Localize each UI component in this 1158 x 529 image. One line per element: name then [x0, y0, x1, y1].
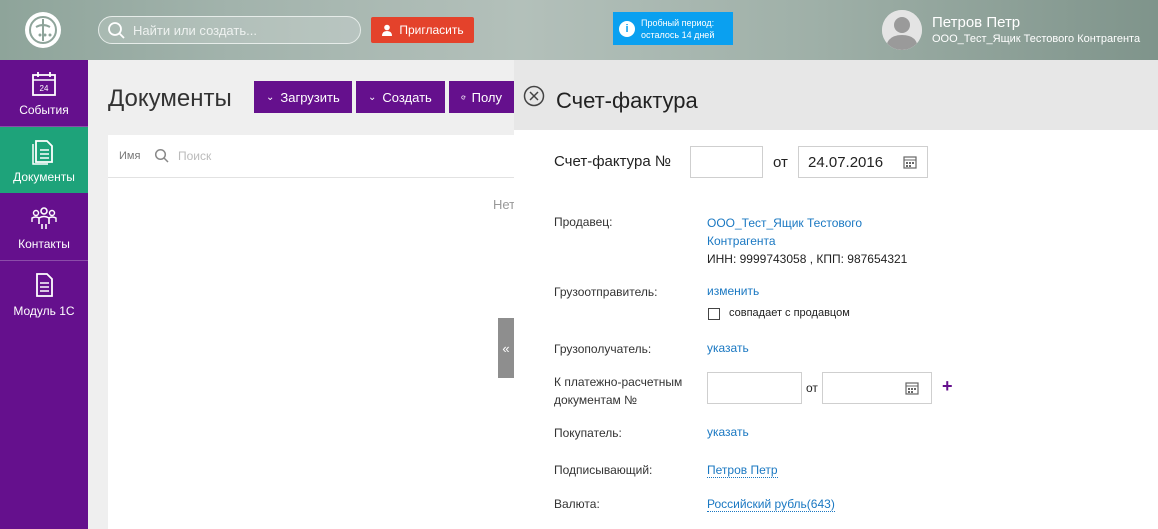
list-header: Имя Поиск — [108, 135, 514, 178]
app-logo[interactable] — [25, 12, 61, 48]
invoice-date-value: 24.07.2016 — [808, 154, 884, 171]
seller-details: ИНН: 9999743058 , КПП: 987654321 — [707, 252, 908, 266]
sidebar-item-label: Документы — [13, 170, 75, 184]
signer-label: Подписывающий: — [554, 463, 653, 477]
trial-line1: Пробный период: — [641, 17, 715, 28]
top-bar: Пригласить i Пробный период: осталось 14… — [0, 0, 1158, 60]
buyer-specify-link[interactable]: указать — [707, 425, 749, 439]
seller-label: Продавец: — [554, 215, 613, 229]
sidebar-item-events[interactable]: 24 События — [0, 60, 88, 126]
search-icon — [154, 148, 169, 163]
invoice-panel: Счет-фактура Счет-фактура № от 24.07.201… — [514, 60, 1158, 529]
signer-link[interactable]: Петров Петр — [707, 463, 778, 478]
column-name-header[interactable]: Имя — [119, 150, 140, 162]
invite-label: Пригласить — [399, 23, 464, 37]
create-label: Создать — [382, 89, 432, 105]
sidebar-item-label: Модуль 1С — [13, 304, 75, 318]
page-title: Документы — [108, 85, 232, 112]
documents-list: Имя Поиск Нет — [108, 135, 516, 529]
calendar-icon[interactable] — [903, 155, 917, 169]
consignee-specify-link[interactable]: указать — [707, 341, 749, 355]
global-search-input[interactable] — [133, 21, 353, 39]
payment-doc-number-input[interactable] — [707, 372, 802, 404]
avatar[interactable] — [882, 10, 922, 50]
payment-docs-label-line1: К платежно-расчетным — [554, 375, 683, 389]
info-icon: i — [619, 20, 635, 37]
same-as-seller-checkbox[interactable] — [708, 308, 720, 320]
empty-state-text: Нет — [493, 197, 516, 212]
list-search-input[interactable]: Поиск — [178, 149, 211, 163]
invoice-title: Счет-фактура — [556, 88, 698, 113]
create-button[interactable]: ⌄ Создать — [356, 81, 445, 113]
calendar-day: 24 — [40, 84, 49, 93]
seller-name-link-line2[interactable]: Контрагента — [707, 232, 907, 250]
logo-icon — [29, 16, 57, 44]
calendar-icon[interactable] — [905, 381, 919, 395]
invoice-from-label: от — [773, 154, 788, 171]
module-icon — [36, 273, 53, 297]
upload-button[interactable]: ⌄ Загрузить — [254, 81, 352, 113]
payment-docs-label-line2: документам № — [554, 393, 637, 407]
documents-icon — [32, 140, 53, 165]
contacts-icon — [31, 207, 57, 229]
sidebar-item-module-1c[interactable]: Модуль 1С — [0, 261, 88, 327]
upload-label: Загрузить — [280, 89, 340, 105]
shipper-change-link[interactable]: изменить — [707, 284, 759, 298]
org-name[interactable]: ООО_Тест_Ящик Тестового Контрагента — [932, 33, 1140, 45]
sidebar-item-documents[interactable]: Документы — [0, 127, 88, 193]
close-icon[interactable] — [523, 85, 545, 107]
seller-name-link[interactable]: ООО_Тест_Ящик Тестового — [707, 214, 907, 232]
global-search[interactable] — [98, 16, 361, 44]
sidebar: 24 События Документы Контакты Модуль 1С — [0, 60, 88, 529]
documents-main: Документы ⌄ Загрузить ⌄ Создать Полу Имя… — [88, 60, 516, 529]
user-avatar-icon — [882, 10, 922, 50]
chevron-down-icon: ⌄ — [368, 91, 377, 103]
sidebar-item-label: События — [19, 103, 69, 117]
refresh-icon — [461, 95, 466, 99]
invoice-number-label: Счет-фактура № — [554, 153, 671, 170]
plus-icon: + — [942, 376, 953, 396]
user-icon — [382, 24, 393, 36]
sidebar-item-label: Контакты — [18, 237, 70, 251]
currency-label: Валюта: — [554, 497, 600, 511]
invoice-header: Счет-фактура — [514, 60, 1158, 130]
payment-doc-date-field[interactable] — [822, 372, 932, 404]
trial-banner[interactable]: i Пробный период: осталось 14 дней — [613, 12, 733, 45]
shipper-label: Грузоотправитель: — [554, 285, 658, 299]
invoice-date-field[interactable]: 24.07.2016 — [798, 146, 928, 178]
buyer-label: Покупатель: — [554, 426, 622, 440]
payment-from-label: от — [806, 381, 818, 395]
chevron-down-icon: ⌄ — [266, 91, 275, 103]
receive-label: Полу — [471, 89, 502, 105]
user-name[interactable]: Петров Петр — [932, 14, 1020, 31]
trial-line2: осталось 14 дней — [641, 29, 715, 40]
same-as-seller-label: совпадает с продавцом — [729, 307, 850, 319]
collapse-panel-button[interactable]: « — [498, 318, 514, 378]
calendar-icon: 24 — [32, 72, 56, 96]
receive-button[interactable]: Полу — [449, 81, 514, 113]
consignee-label: Грузополучатель: — [554, 342, 652, 356]
add-payment-doc-button[interactable]: + — [942, 376, 953, 397]
search-icon — [108, 22, 125, 39]
sidebar-item-contacts[interactable]: Контакты — [0, 194, 88, 260]
double-chevron-left-icon: « — [502, 340, 510, 356]
invite-button[interactable]: Пригласить — [371, 17, 474, 43]
currency-link[interactable]: Российский рубль(643) — [707, 497, 835, 512]
payment-docs-label: К платежно-расчетным документам № — [554, 373, 682, 409]
invoice-number-input[interactable] — [690, 146, 763, 178]
